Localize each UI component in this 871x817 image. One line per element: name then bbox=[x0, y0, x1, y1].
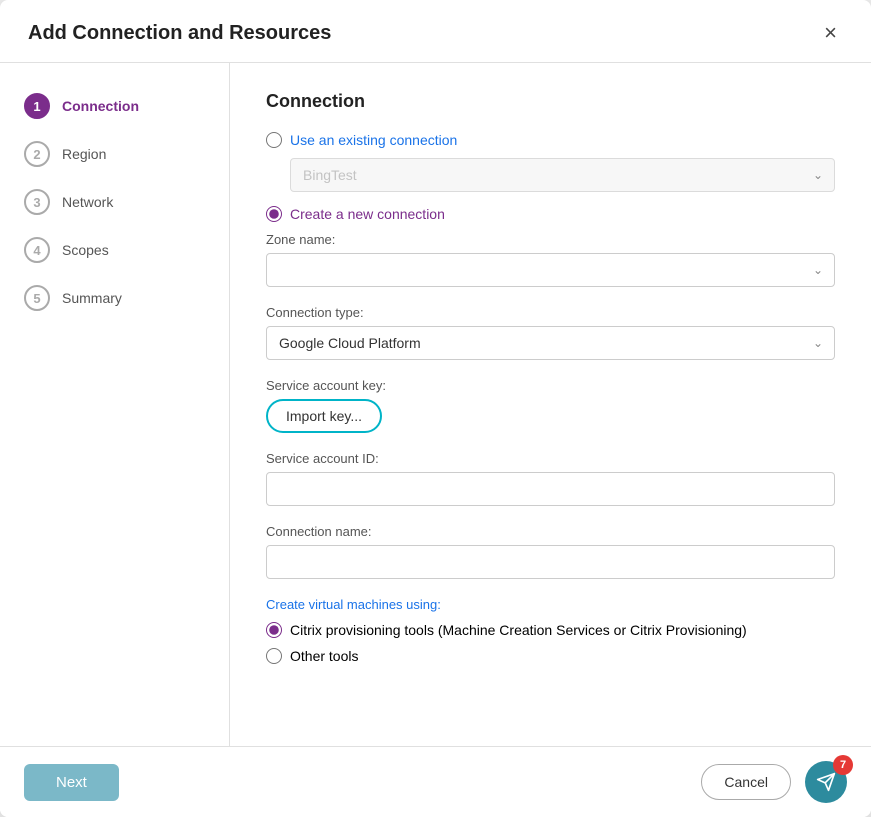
dialog-header: Add Connection and Resources × bbox=[0, 0, 871, 63]
step-circle-2: 2 bbox=[24, 141, 50, 167]
citrix-provisioning-option: Citrix provisioning tools (Machine Creat… bbox=[266, 622, 835, 638]
other-tools-option: Other tools bbox=[266, 648, 835, 664]
step-circle-4: 4 bbox=[24, 237, 50, 263]
connection-type-select[interactable]: Google Cloud Platform bbox=[266, 326, 835, 360]
zone-name-select-wrapper: ⌄ bbox=[266, 253, 835, 287]
sidebar-item-network[interactable]: 3 Network bbox=[16, 183, 213, 221]
sidebar-item-summary[interactable]: 5 Summary bbox=[16, 279, 213, 317]
cancel-button[interactable]: Cancel bbox=[701, 764, 791, 800]
section-title: Connection bbox=[266, 91, 835, 112]
step-label-scopes: Scopes bbox=[62, 242, 109, 258]
service-account-id-input[interactable] bbox=[266, 472, 835, 506]
create-new-option: Create a new connection bbox=[266, 206, 835, 222]
step-label-connection: Connection bbox=[62, 98, 139, 114]
service-account-key-group: Service account key: Import key... bbox=[266, 378, 835, 433]
step-circle-3: 3 bbox=[24, 189, 50, 215]
add-connection-dialog: Add Connection and Resources × 1 Connect… bbox=[0, 0, 871, 817]
create-vm-label: Create virtual machines using: bbox=[266, 597, 835, 612]
use-existing-label[interactable]: Use an existing connection bbox=[290, 132, 457, 148]
service-account-key-label: Service account key: bbox=[266, 378, 835, 393]
sidebar-item-scopes[interactable]: 4 Scopes bbox=[16, 231, 213, 269]
citrix-provisioning-label[interactable]: Citrix provisioning tools (Machine Creat… bbox=[290, 622, 747, 638]
service-account-id-group: Service account ID: bbox=[266, 451, 835, 506]
other-tools-label[interactable]: Other tools bbox=[290, 648, 358, 664]
main-content: Connection Use an existing connection Bi… bbox=[230, 63, 871, 746]
connection-type-group: Connection type: Google Cloud Platform ⌄ bbox=[266, 305, 835, 360]
step-circle-1: 1 bbox=[24, 93, 50, 119]
existing-connection-select[interactable]: BingTest bbox=[290, 158, 835, 192]
sidebar: 1 Connection 2 Region 3 Network bbox=[0, 63, 230, 746]
step-label-region: Region bbox=[62, 146, 106, 162]
create-new-label[interactable]: Create a new connection bbox=[290, 206, 445, 222]
dialog-title: Add Connection and Resources bbox=[28, 22, 331, 45]
send-icon bbox=[816, 772, 836, 792]
next-button[interactable]: Next bbox=[24, 764, 119, 801]
sidebar-item-connection[interactable]: 1 Connection bbox=[16, 87, 213, 125]
existing-connection-select-wrapper: BingTest ⌄ bbox=[290, 158, 835, 192]
close-button[interactable]: × bbox=[818, 20, 843, 46]
step-label-summary: Summary bbox=[62, 290, 122, 306]
step-circle-5: 5 bbox=[24, 285, 50, 311]
connection-name-group: Connection name: bbox=[266, 524, 835, 579]
dialog-body: 1 Connection 2 Region 3 Network bbox=[0, 63, 871, 746]
zone-name-select[interactable] bbox=[266, 253, 835, 287]
use-existing-radio[interactable] bbox=[266, 132, 282, 148]
nav-icon-button[interactable]: 7 bbox=[805, 761, 847, 803]
use-existing-option: Use an existing connection bbox=[266, 132, 835, 148]
connection-name-input[interactable] bbox=[266, 545, 835, 579]
connection-name-label: Connection name: bbox=[266, 524, 835, 539]
step-label-network: Network bbox=[62, 194, 113, 210]
create-vm-group: Create virtual machines using: Citrix pr… bbox=[266, 597, 835, 664]
create-new-radio[interactable] bbox=[266, 206, 282, 222]
service-account-id-label: Service account ID: bbox=[266, 451, 835, 466]
import-key-button[interactable]: Import key... bbox=[266, 399, 382, 433]
nav-badge: 7 bbox=[833, 755, 853, 775]
dialog-footer: Next Cancel 7 bbox=[0, 746, 871, 817]
sidebar-item-region[interactable]: 2 Region bbox=[16, 135, 213, 173]
citrix-provisioning-radio[interactable] bbox=[266, 622, 282, 638]
connection-type-select-wrapper: Google Cloud Platform ⌄ bbox=[266, 326, 835, 360]
zone-name-group: Zone name: ⌄ bbox=[266, 232, 835, 287]
zone-name-label: Zone name: bbox=[266, 232, 835, 247]
other-tools-radio[interactable] bbox=[266, 648, 282, 664]
create-section: Zone name: ⌄ Connection type: Google Clo… bbox=[266, 232, 835, 664]
footer-right: Cancel 7 bbox=[701, 761, 847, 803]
connection-type-label: Connection type: bbox=[266, 305, 835, 320]
existing-connection-group: BingTest ⌄ bbox=[290, 158, 835, 192]
